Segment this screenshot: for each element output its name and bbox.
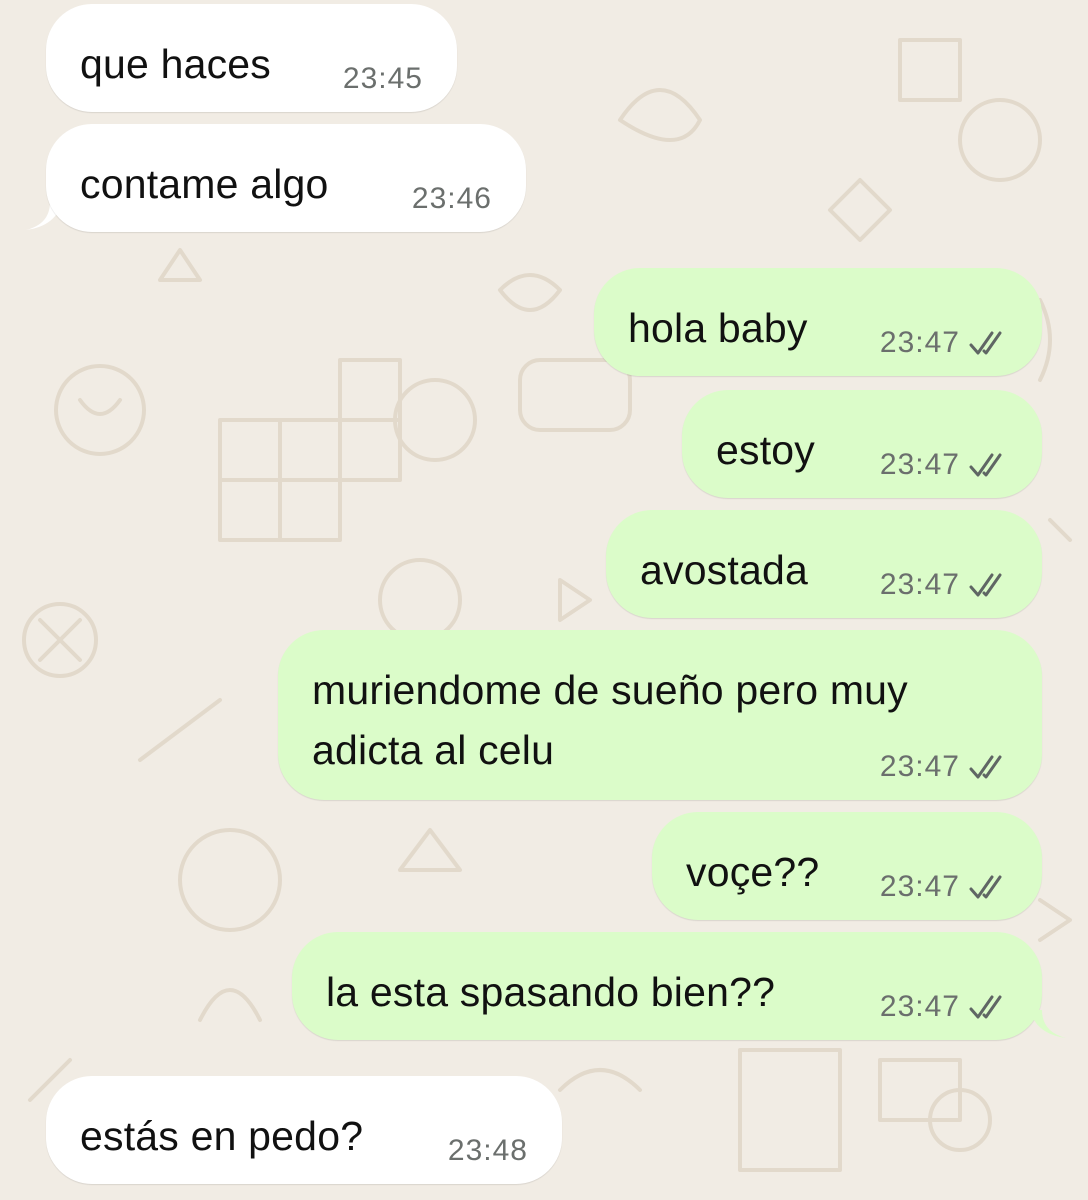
message-meta: 23:45 (343, 62, 423, 96)
message-outgoing[interactable]: hola baby 23:47 (594, 268, 1042, 376)
message-outgoing[interactable]: avostada 23:47 (606, 510, 1042, 618)
message-incoming[interactable]: estás en pedo? 23:48 (46, 1076, 562, 1184)
message-meta: 23:46 (412, 182, 492, 216)
message-meta: 23:47 (880, 326, 1008, 360)
message-meta: 23:47 (880, 448, 1008, 482)
message-meta: 23:47 (880, 870, 1008, 904)
message-meta: 23:47 (880, 568, 1008, 602)
message-time: 23:47 (879, 990, 960, 1023)
message-time: 23:47 (879, 448, 960, 481)
message-outgoing[interactable]: voçe?? 23:47 (652, 812, 1042, 920)
message-meta: 23:47 (880, 750, 1008, 784)
message-meta: 23:47 (880, 990, 1008, 1024)
message-time: 23:47 (879, 326, 960, 359)
double-check-icon (969, 875, 1002, 899)
message-time: 23:46 (411, 182, 492, 215)
message-outgoing[interactable]: estoy 23:47 (682, 390, 1042, 498)
message-outgoing[interactable]: la esta spasando bien?? 23:47 (292, 932, 1042, 1040)
bubble-tail-icon (1030, 1010, 1066, 1038)
message-outgoing[interactable]: muriendome de sueño pero muy adicta al c… (278, 630, 1042, 800)
message-time: 23:45 (342, 62, 423, 95)
message-incoming[interactable]: contame algo 23:46 (46, 124, 526, 232)
double-check-icon (969, 453, 1002, 477)
double-check-icon (969, 331, 1002, 355)
double-check-icon (969, 995, 1002, 1019)
message-time: 23:47 (879, 870, 960, 903)
message-list: que haces 23:45 contame algo 23:46 hola … (0, 0, 1088, 1200)
message-meta: 23:48 (448, 1134, 528, 1168)
message-time: 23:47 (879, 750, 960, 783)
message-time: 23:47 (879, 568, 960, 601)
double-check-icon (969, 755, 1002, 779)
double-check-icon (969, 573, 1002, 597)
message-incoming[interactable]: que haces 23:45 (46, 4, 457, 112)
message-time: 23:48 (447, 1134, 528, 1167)
